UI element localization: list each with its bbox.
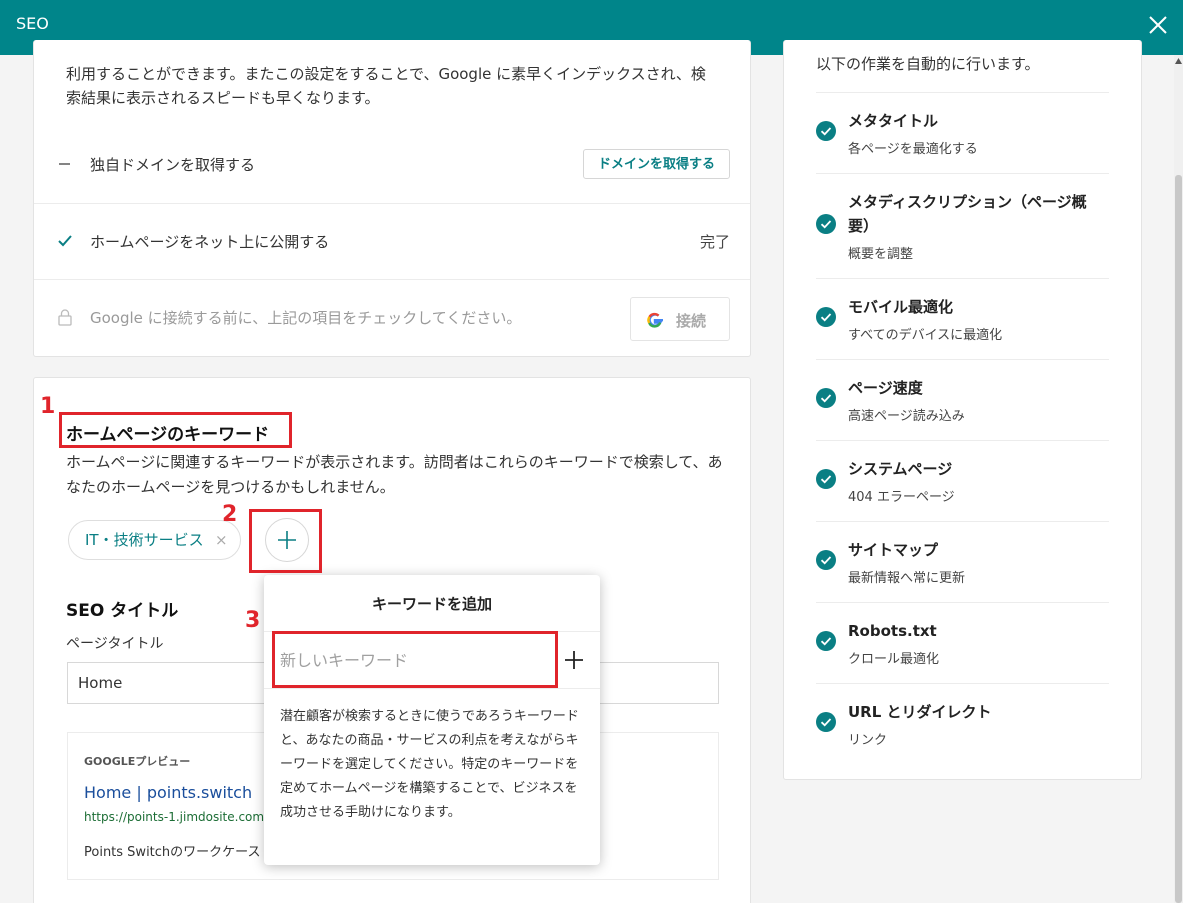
modal-title: SEO: [16, 14, 49, 33]
google-intro-text: 利用することができます。またこの設定をすることで、Google に素早くインデッ…: [66, 65, 706, 107]
dash-icon: [59, 163, 70, 165]
google-connect-button[interactable]: 接続: [630, 297, 730, 341]
seo-title-heading: SEO タイトル: [66, 601, 179, 621]
auto-tasks-card: 以下の作業を自動的に行います。 メタタイトル 各ページを最適化する メタディスク…: [783, 40, 1142, 780]
check-circle-icon: [816, 469, 836, 489]
popup-title: キーワードを追加: [371, 595, 492, 613]
auto-task-title: モバイル最適化: [848, 298, 954, 316]
auto-task-item: メタタイトル 各ページを最適化する: [816, 92, 1109, 173]
check-circle-icon: [816, 712, 836, 732]
preview-description: Points Switchのワークケース: [84, 845, 261, 860]
check-circle-icon: [816, 121, 836, 141]
annotation-number-2: 2: [222, 502, 238, 527]
auto-task-item: Robots.txt クロール最適化: [816, 602, 1109, 683]
lock-icon: [58, 309, 72, 326]
auto-task-title: システムページ: [848, 460, 953, 478]
auto-task-title: ページ速度: [848, 379, 923, 397]
auto-task-sub: 404 エラーページ: [848, 490, 955, 505]
preview-url: https://points-1.jimdosite.com: [84, 810, 265, 824]
auto-task-sub: クロール最適化: [848, 652, 940, 667]
auto-task-title: サイトマップ: [848, 541, 939, 559]
checklist-label: 独自ドメインを取得する: [90, 156, 256, 174]
auto-task-title: URL とリダイレクト: [848, 703, 992, 721]
auto-task-item: モバイル最適化 すべてのデバイスに最適化: [816, 278, 1109, 359]
keyword-chip[interactable]: IT・技術サービス ×: [68, 520, 241, 560]
annotation-box-keywords-heading: [59, 412, 292, 448]
popup-description: 潜在顧客が検索するときに使うであろうキーワードと、あなたの商品・サービスの利点を…: [280, 709, 579, 820]
keywords-description: ホームページに関連するキーワードが表示されます。訪問者はこれらのキーワードで検索…: [66, 453, 723, 496]
check-circle-icon: [816, 388, 836, 408]
checklist-row-domain: 独自ドメインを取得する ドメインを取得する: [34, 127, 750, 203]
auto-task-item: メタディスクリプション（ページ概要） 概要を調整: [816, 173, 1109, 278]
auto-task-item: URL とリダイレクト リンク: [816, 683, 1109, 764]
auto-task-sub: すべてのデバイスに最適化: [848, 328, 1003, 343]
auto-task-sub: 各ページを最適化する: [848, 142, 978, 157]
auto-task-title: メタディスクリプション（ページ概要）: [848, 193, 1087, 235]
auto-task-title: Robots.txt: [848, 622, 937, 640]
google-g-icon: [647, 312, 663, 328]
check-circle-icon: [816, 307, 836, 327]
auto-task-sub: 最新情報へ常に更新: [848, 571, 966, 586]
auto-task-sub: 概要を調整: [848, 247, 914, 262]
checkmark-icon: [58, 235, 72, 247]
close-icon[interactable]: [1147, 14, 1169, 36]
auto-task-sub: リンク: [848, 733, 888, 748]
page-title-label: ページタイトル: [66, 636, 164, 652]
preview-label: GOOGLEプレビュー: [84, 755, 191, 768]
get-domain-button[interactable]: ドメインを取得する: [582, 149, 730, 179]
annotation-box-keyword-input: [272, 631, 558, 688]
auto-task-item: システムページ 404 エラーページ: [816, 440, 1109, 521]
auto-tasks-intro: 以下の作業を自動的に行います。: [816, 55, 1040, 73]
scrollbar-thumb[interactable]: [1175, 175, 1182, 903]
auto-task-item: サイトマップ 最新情報へ常に更新: [816, 521, 1109, 602]
plus-icon[interactable]: [562, 648, 586, 672]
auto-task-item: ページ速度 高速ページ読み込み: [816, 359, 1109, 440]
scroll-up-icon[interactable]: [1174, 57, 1183, 66]
checklist-row-publish: ホームページをネット上に公開する 完了: [34, 203, 750, 279]
popup-divider: [264, 688, 600, 689]
annotation-number-1: 1: [40, 394, 56, 419]
google-connect-card: 利用することができます。またこの設定をすることで、Google に素早くインデッ…: [33, 40, 751, 357]
check-circle-icon: [816, 631, 836, 651]
keyword-chip-label: IT・技術サービス: [85, 531, 204, 549]
checklist-label: ホームページをネット上に公開する: [90, 233, 330, 251]
status-complete: 完了: [699, 233, 730, 251]
auto-task-sub: 高速ページ読み込み: [848, 409, 965, 424]
check-circle-icon: [816, 214, 836, 234]
auto-task-title: メタタイトル: [848, 112, 939, 130]
preview-title: Home | points.switch: [84, 783, 253, 802]
annotation-number-3: 3: [245, 608, 261, 633]
connect-label: 接続: [676, 312, 707, 330]
annotation-box-add-button: [249, 509, 322, 573]
checklist-row-google: Google に接続する前に、上記の項目をチェックしてください。 接続: [34, 279, 750, 355]
check-circle-icon: [816, 550, 836, 570]
add-keyword-popup: キーワードを追加 潜在顧客が検索するときに使うであろうキーワードと、あなたの商品…: [264, 575, 600, 865]
checklist-label: Google に接続する前に、上記の項目をチェックしてください。: [90, 309, 522, 327]
